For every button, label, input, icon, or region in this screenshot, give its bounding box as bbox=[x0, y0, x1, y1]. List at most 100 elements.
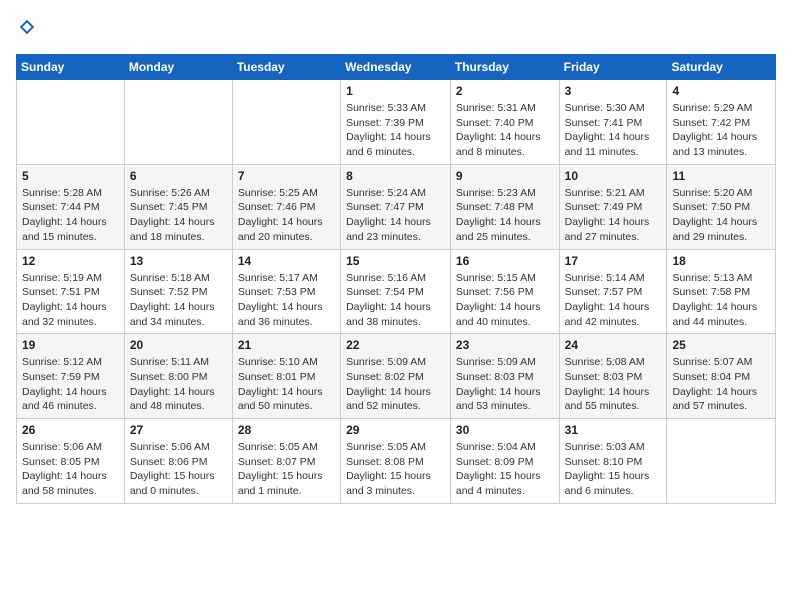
calendar-cell: 16 Sunrise: 5:15 AM Sunset: 7:56 PM Dayli… bbox=[450, 249, 559, 334]
calendar-cell: 25 Sunrise: 5:07 AM Sunset: 8:04 PM Dayli… bbox=[667, 334, 776, 419]
calendar-table: SundayMondayTuesdayWednesdayThursdayFrid… bbox=[16, 54, 776, 504]
day-info: Sunrise: 5:18 AM Sunset: 7:52 PM Dayligh… bbox=[130, 271, 227, 330]
day-info: Sunrise: 5:20 AM Sunset: 7:50 PM Dayligh… bbox=[672, 186, 770, 245]
day-number: 18 bbox=[672, 254, 770, 268]
day-info: Sunrise: 5:14 AM Sunset: 7:57 PM Dayligh… bbox=[565, 271, 662, 330]
day-number: 9 bbox=[456, 169, 554, 183]
day-number: 7 bbox=[238, 169, 335, 183]
calendar-cell bbox=[232, 80, 340, 165]
calendar-cell bbox=[17, 80, 125, 165]
day-number: 13 bbox=[130, 254, 227, 268]
calendar-cell: 15Sunrise: 5:16 AM Sunset: 7:54 PM Dayli… bbox=[341, 249, 451, 334]
day-info: Sunrise: 5:21 AM Sunset: 7:49 PM Dayligh… bbox=[565, 186, 662, 245]
calendar-cell bbox=[124, 80, 232, 165]
calendar-cell: 31 Sunrise: 5:03 AM Sunset: 8:10 PM Dayli… bbox=[559, 419, 667, 504]
calendar-cell: 22Sunrise: 5:09 AM Sunset: 8:02 PM Dayli… bbox=[341, 334, 451, 419]
calendar-cell: 13 Sunrise: 5:18 AM Sunset: 7:52 PM Dayli… bbox=[124, 249, 232, 334]
day-info: Sunrise: 5:17 AM Sunset: 7:53 PM Dayligh… bbox=[238, 271, 335, 330]
day-info: Sunrise: 5:06 AM Sunset: 8:06 PM Dayligh… bbox=[130, 440, 227, 499]
calendar-cell: 11 Sunrise: 5:20 AM Sunset: 7:50 PM Dayli… bbox=[667, 164, 776, 249]
calendar-cell: 4 Sunrise: 5:29 AM Sunset: 7:42 PM Daylig… bbox=[667, 80, 776, 165]
day-info: Sunrise: 5:03 AM Sunset: 8:10 PM Dayligh… bbox=[565, 440, 662, 499]
day-info: Sunrise: 5:08 AM Sunset: 8:03 PM Dayligh… bbox=[565, 355, 662, 414]
calendar-cell: 19 Sunrise: 5:12 AM Sunset: 7:59 PM Dayli… bbox=[17, 334, 125, 419]
weekday-header: Saturday bbox=[667, 55, 776, 80]
calendar-cell: 12 Sunrise: 5:19 AM Sunset: 7:51 PM Dayli… bbox=[17, 249, 125, 334]
weekday-header: Tuesday bbox=[232, 55, 340, 80]
day-info: Sunrise: 5:13 AM Sunset: 7:58 PM Dayligh… bbox=[672, 271, 770, 330]
day-number: 15 bbox=[346, 254, 445, 268]
calendar-cell bbox=[667, 419, 776, 504]
calendar-cell: 18 Sunrise: 5:13 AM Sunset: 7:58 PM Dayli… bbox=[667, 249, 776, 334]
calendar-cell: 3 Sunrise: 5:30 AM Sunset: 7:41 PM Daylig… bbox=[559, 80, 667, 165]
calendar-week-row: 5 Sunrise: 5:28 AM Sunset: 7:44 PM Daylig… bbox=[17, 164, 776, 249]
day-number: 2 bbox=[456, 84, 554, 98]
day-number: 16 bbox=[456, 254, 554, 268]
day-number: 3 bbox=[565, 84, 662, 98]
day-info: Sunrise: 5:11 AM Sunset: 8:00 PM Dayligh… bbox=[130, 355, 227, 414]
calendar-cell: 28Sunrise: 5:05 AM Sunset: 8:07 PM Dayli… bbox=[232, 419, 340, 504]
day-info: Sunrise: 5:28 AM Sunset: 7:44 PM Dayligh… bbox=[22, 186, 119, 245]
weekday-header: Thursday bbox=[450, 55, 559, 80]
day-number: 28 bbox=[238, 423, 335, 437]
day-info: Sunrise: 5:04 AM Sunset: 8:09 PM Dayligh… bbox=[456, 440, 554, 499]
day-info: Sunrise: 5:12 AM Sunset: 7:59 PM Dayligh… bbox=[22, 355, 119, 414]
day-info: Sunrise: 5:06 AM Sunset: 8:05 PM Dayligh… bbox=[22, 440, 119, 499]
day-info: Sunrise: 5:30 AM Sunset: 7:41 PM Dayligh… bbox=[565, 101, 662, 160]
weekday-header: Wednesday bbox=[341, 55, 451, 80]
day-number: 6 bbox=[130, 169, 227, 183]
day-number: 14 bbox=[238, 254, 335, 268]
calendar-cell: 14 Sunrise: 5:17 AM Sunset: 7:53 PM Dayli… bbox=[232, 249, 340, 334]
day-number: 19 bbox=[22, 338, 119, 352]
day-number: 4 bbox=[672, 84, 770, 98]
weekday-header: Friday bbox=[559, 55, 667, 80]
logo bbox=[16, 16, 36, 42]
day-info: Sunrise: 5:33 AM Sunset: 7:39 PM Dayligh… bbox=[346, 101, 445, 160]
day-number: 11 bbox=[672, 169, 770, 183]
day-number: 30 bbox=[456, 423, 554, 437]
calendar-cell: 1Sunrise: 5:33 AM Sunset: 7:39 PM Daylig… bbox=[341, 80, 451, 165]
day-number: 29 bbox=[346, 423, 445, 437]
day-info: Sunrise: 5:31 AM Sunset: 7:40 PM Dayligh… bbox=[456, 101, 554, 160]
calendar-cell: 20Sunrise: 5:11 AM Sunset: 8:00 PM Dayli… bbox=[124, 334, 232, 419]
calendar-cell: 29Sunrise: 5:05 AM Sunset: 8:08 PM Dayli… bbox=[341, 419, 451, 504]
logo-icon bbox=[18, 18, 36, 36]
calendar-week-row: 19 Sunrise: 5:12 AM Sunset: 7:59 PM Dayli… bbox=[17, 334, 776, 419]
calendar-header-row: SundayMondayTuesdayWednesdayThursdayFrid… bbox=[17, 55, 776, 80]
weekday-header: Monday bbox=[124, 55, 232, 80]
day-number: 12 bbox=[22, 254, 119, 268]
calendar-cell: 27 Sunrise: 5:06 AM Sunset: 8:06 PM Dayli… bbox=[124, 419, 232, 504]
day-info: Sunrise: 5:23 AM Sunset: 7:48 PM Dayligh… bbox=[456, 186, 554, 245]
calendar-cell: 7 Sunrise: 5:25 AM Sunset: 7:46 PM Daylig… bbox=[232, 164, 340, 249]
calendar-cell: 24Sunrise: 5:08 AM Sunset: 8:03 PM Dayli… bbox=[559, 334, 667, 419]
day-info: Sunrise: 5:15 AM Sunset: 7:56 PM Dayligh… bbox=[456, 271, 554, 330]
day-number: 27 bbox=[130, 423, 227, 437]
calendar-cell: 21 Sunrise: 5:10 AM Sunset: 8:01 PM Dayli… bbox=[232, 334, 340, 419]
day-info: Sunrise: 5:09 AM Sunset: 8:03 PM Dayligh… bbox=[456, 355, 554, 414]
calendar-cell: 5 Sunrise: 5:28 AM Sunset: 7:44 PM Daylig… bbox=[17, 164, 125, 249]
day-info: Sunrise: 5:26 AM Sunset: 7:45 PM Dayligh… bbox=[130, 186, 227, 245]
day-info: Sunrise: 5:10 AM Sunset: 8:01 PM Dayligh… bbox=[238, 355, 335, 414]
calendar-cell: 6 Sunrise: 5:26 AM Sunset: 7:45 PM Daylig… bbox=[124, 164, 232, 249]
weekday-header: Sunday bbox=[17, 55, 125, 80]
day-info: Sunrise: 5:29 AM Sunset: 7:42 PM Dayligh… bbox=[672, 101, 770, 160]
day-number: 5 bbox=[22, 169, 119, 183]
calendar-cell: 8 Sunrise: 5:24 AM Sunset: 7:47 PM Daylig… bbox=[341, 164, 451, 249]
calendar-cell: 26 Sunrise: 5:06 AM Sunset: 8:05 PM Dayli… bbox=[17, 419, 125, 504]
calendar-cell: 30 Sunrise: 5:04 AM Sunset: 8:09 PM Dayli… bbox=[450, 419, 559, 504]
day-number: 8 bbox=[346, 169, 445, 183]
day-number: 17 bbox=[565, 254, 662, 268]
day-number: 22 bbox=[346, 338, 445, 352]
day-info: Sunrise: 5:24 AM Sunset: 7:47 PM Dayligh… bbox=[346, 186, 445, 245]
day-info: Sunrise: 5:25 AM Sunset: 7:46 PM Dayligh… bbox=[238, 186, 335, 245]
calendar-cell: 2 Sunrise: 5:31 AM Sunset: 7:40 PM Daylig… bbox=[450, 80, 559, 165]
day-number: 26 bbox=[22, 423, 119, 437]
day-info: Sunrise: 5:07 AM Sunset: 8:04 PM Dayligh… bbox=[672, 355, 770, 414]
day-number: 25 bbox=[672, 338, 770, 352]
page-header bbox=[16, 16, 776, 42]
day-number: 31 bbox=[565, 423, 662, 437]
calendar-cell: 17 Sunrise: 5:14 AM Sunset: 7:57 PM Dayli… bbox=[559, 249, 667, 334]
calendar-cell: 9 Sunrise: 5:23 AM Sunset: 7:48 PM Daylig… bbox=[450, 164, 559, 249]
day-number: 21 bbox=[238, 338, 335, 352]
day-info: Sunrise: 5:19 AM Sunset: 7:51 PM Dayligh… bbox=[22, 271, 119, 330]
